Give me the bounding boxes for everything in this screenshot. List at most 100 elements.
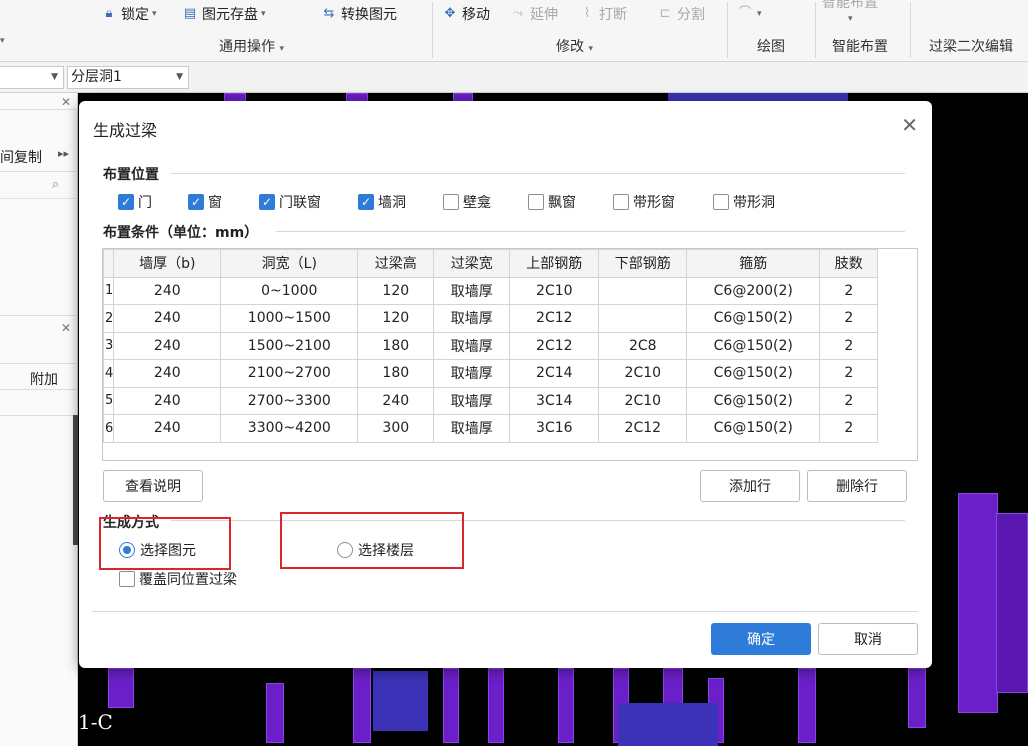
break-button[interactable]: ⌇ 打断 bbox=[578, 4, 627, 24]
table-cell[interactable]: 0~1000 bbox=[220, 276, 359, 305]
search-icon[interactable]: ⌕ bbox=[52, 177, 59, 192]
table-cell[interactable]: 取墙厚 bbox=[433, 386, 511, 415]
table-cell[interactable]: 240 bbox=[113, 359, 222, 388]
table-cell[interactable]: 240 bbox=[113, 304, 222, 333]
table-row[interactable]: 2 240 1000~1500 120 取墙厚 2C12 C6@150(2) 2 bbox=[102, 304, 879, 333]
checkbox-door[interactable]: ✓ 门 bbox=[118, 192, 152, 212]
table-cell[interactable]: C6@150(2) bbox=[686, 331, 821, 360]
table-cell[interactable]: 2C8 bbox=[598, 331, 688, 360]
table-cell[interactable]: 2 bbox=[819, 276, 879, 305]
chevron-down-icon[interactable]: ▾ bbox=[848, 14, 853, 24]
close-icon[interactable]: ✕ bbox=[901, 113, 918, 137]
checkbox-strip-window[interactable]: 带形窗 bbox=[613, 192, 675, 212]
add-row-button[interactable]: 添加行 bbox=[700, 470, 800, 502]
table-cell[interactable]: 2100~2700 bbox=[220, 359, 359, 388]
model-column bbox=[996, 513, 1028, 693]
table-cell[interactable]: 2 bbox=[819, 331, 879, 360]
table-cell[interactable]: 120 bbox=[357, 304, 435, 333]
convert-element-button[interactable]: ⇆ 转换图元 bbox=[320, 4, 397, 24]
table-cell[interactable]: 取墙厚 bbox=[433, 359, 511, 388]
column-header[interactable]: 墙厚（b) bbox=[113, 249, 222, 278]
table-row[interactable]: 4 240 2100~2700 180 取墙厚 2C14 2C10 C6@150… bbox=[102, 359, 879, 388]
table-cell[interactable]: 2C14 bbox=[509, 359, 600, 388]
table-row[interactable]: 3 240 1500~2100 180 取墙厚 2C12 2C8 C6@150(… bbox=[102, 331, 879, 360]
table-row[interactable]: 5 240 2700~3300 240 取墙厚 3C14 2C10 C6@150… bbox=[102, 386, 879, 415]
table-cell[interactable]: 120 bbox=[357, 276, 435, 305]
layer-select[interactable]: 分层洞1 ▼ bbox=[67, 66, 189, 89]
table-cell[interactable] bbox=[598, 276, 688, 305]
table-cell[interactable]: 1500~2100 bbox=[220, 331, 359, 360]
view-description-button[interactable]: 查看说明 bbox=[103, 470, 203, 502]
table-cell[interactable]: 240 bbox=[113, 414, 222, 443]
table-cell[interactable]: 2 bbox=[819, 386, 879, 415]
table-cell[interactable]: 取墙厚 bbox=[433, 276, 511, 305]
table-cell[interactable]: 2 bbox=[819, 414, 879, 443]
column-header[interactable]: 过梁高 bbox=[357, 249, 435, 278]
group-common-ops[interactable]: 通用操作 ▾ bbox=[219, 36, 284, 55]
table-cell[interactable]: 2700~3300 bbox=[220, 386, 359, 415]
column-header[interactable]: 过梁宽 bbox=[433, 249, 511, 278]
extend-button[interactable]: ⤳ 延伸 bbox=[509, 4, 558, 24]
column-header[interactable]: 箍筋 bbox=[686, 249, 821, 278]
checkbox-strip-opening[interactable]: 带形洞 bbox=[713, 192, 775, 212]
table-cell[interactable]: 180 bbox=[357, 331, 435, 360]
table-cell[interactable]: 3C14 bbox=[509, 386, 600, 415]
ribbon-left-caret[interactable]: ▾ bbox=[0, 36, 5, 46]
ok-button[interactable]: 确定 bbox=[711, 623, 811, 655]
model-column bbox=[266, 683, 284, 743]
table-cell[interactable]: 2C12 bbox=[509, 304, 600, 333]
checkbox-niche[interactable]: 壁龛 bbox=[443, 192, 491, 212]
checkbox-door-window[interactable]: ✓ 门联窗 bbox=[259, 192, 321, 212]
table-cell[interactable]: 240 bbox=[357, 386, 435, 415]
move-button[interactable]: ✥ 移动 bbox=[441, 4, 490, 24]
table-cell[interactable] bbox=[598, 304, 688, 333]
lintel-rules-table[interactable]: 墙厚（b) 洞宽（L) 过梁高 过梁宽 上部钢筋 下部钢筋 箍筋 肢数 1 24… bbox=[102, 248, 918, 461]
column-header[interactable]: 上部钢筋 bbox=[509, 249, 600, 278]
group-modify[interactable]: 修改 ▾ bbox=[556, 36, 593, 55]
lock-button[interactable]: 🔒︎ 锁定 ▾ bbox=[100, 4, 157, 24]
table-cell[interactable]: 2C12 bbox=[509, 331, 600, 360]
copy-button[interactable]: 间复制 bbox=[0, 147, 42, 167]
table-cell[interactable]: 3300~4200 bbox=[220, 414, 359, 443]
draw-arc-button[interactable]: ⌒ ▾ bbox=[736, 4, 761, 24]
table-cell[interactable]: 1000~1500 bbox=[220, 304, 359, 333]
table-cell[interactable]: 180 bbox=[357, 359, 435, 388]
table-cell[interactable]: 240 bbox=[113, 386, 222, 415]
checkbox-wall-opening[interactable]: ✓ 墙洞 bbox=[358, 192, 406, 212]
table-cell[interactable]: 300 bbox=[357, 414, 435, 443]
delete-row-button[interactable]: 删除行 bbox=[807, 470, 907, 502]
column-header[interactable]: 肢数 bbox=[819, 249, 879, 278]
table-cell[interactable]: 取墙厚 bbox=[433, 414, 511, 443]
table-cell[interactable]: C6@150(2) bbox=[686, 386, 821, 415]
floor-select[interactable]: ▼ bbox=[0, 66, 64, 89]
table-cell[interactable]: 240 bbox=[113, 331, 222, 360]
column-header[interactable]: 洞宽（L) bbox=[220, 249, 359, 278]
table-cell[interactable]: 2 bbox=[819, 359, 879, 388]
table-row[interactable]: 1 240 0~1000 120 取墙厚 2C10 C6@200(2) 2 bbox=[102, 276, 879, 305]
close-icon[interactable]: ✕ bbox=[61, 95, 71, 109]
table-cell[interactable]: 3C16 bbox=[509, 414, 600, 443]
smart-layout-button[interactable]: 智能布置 bbox=[822, 0, 878, 12]
table-cell[interactable]: 2C12 bbox=[598, 414, 688, 443]
table-cell[interactable]: 2C10 bbox=[598, 386, 688, 415]
table-row[interactable]: 6 240 3300~4200 300 取墙厚 3C16 2C12 C6@150… bbox=[102, 414, 879, 443]
checkbox-cover-existing[interactable]: 覆盖同位置过梁 bbox=[119, 569, 237, 589]
close-icon[interactable]: ✕ bbox=[61, 321, 71, 335]
double-chevron-right-icon[interactable]: ▸▸ bbox=[58, 147, 69, 160]
checkbox-bay-window[interactable]: 飘窗 bbox=[528, 192, 576, 212]
table-cell[interactable]: 取墙厚 bbox=[433, 304, 511, 333]
table-cell[interactable]: 取墙厚 bbox=[433, 331, 511, 360]
table-cell[interactable]: 2C10 bbox=[509, 276, 600, 305]
table-cell[interactable]: C6@150(2) bbox=[686, 359, 821, 388]
cancel-button[interactable]: 取消 bbox=[818, 623, 918, 655]
split-button[interactable]: ⊏ 分割 bbox=[656, 4, 705, 24]
table-cell[interactable]: C6@150(2) bbox=[686, 414, 821, 443]
checkbox-window[interactable]: ✓ 窗 bbox=[188, 192, 222, 212]
table-cell[interactable]: C6@200(2) bbox=[686, 276, 821, 305]
column-header[interactable]: 下部钢筋 bbox=[598, 249, 688, 278]
table-cell[interactable]: C6@150(2) bbox=[686, 304, 821, 333]
save-element-button[interactable]: ▤ 图元存盘 ▾ bbox=[181, 4, 266, 24]
table-cell[interactable]: 240 bbox=[113, 276, 222, 305]
table-cell[interactable]: 2C10 bbox=[598, 359, 688, 388]
table-cell[interactable]: 2 bbox=[819, 304, 879, 333]
